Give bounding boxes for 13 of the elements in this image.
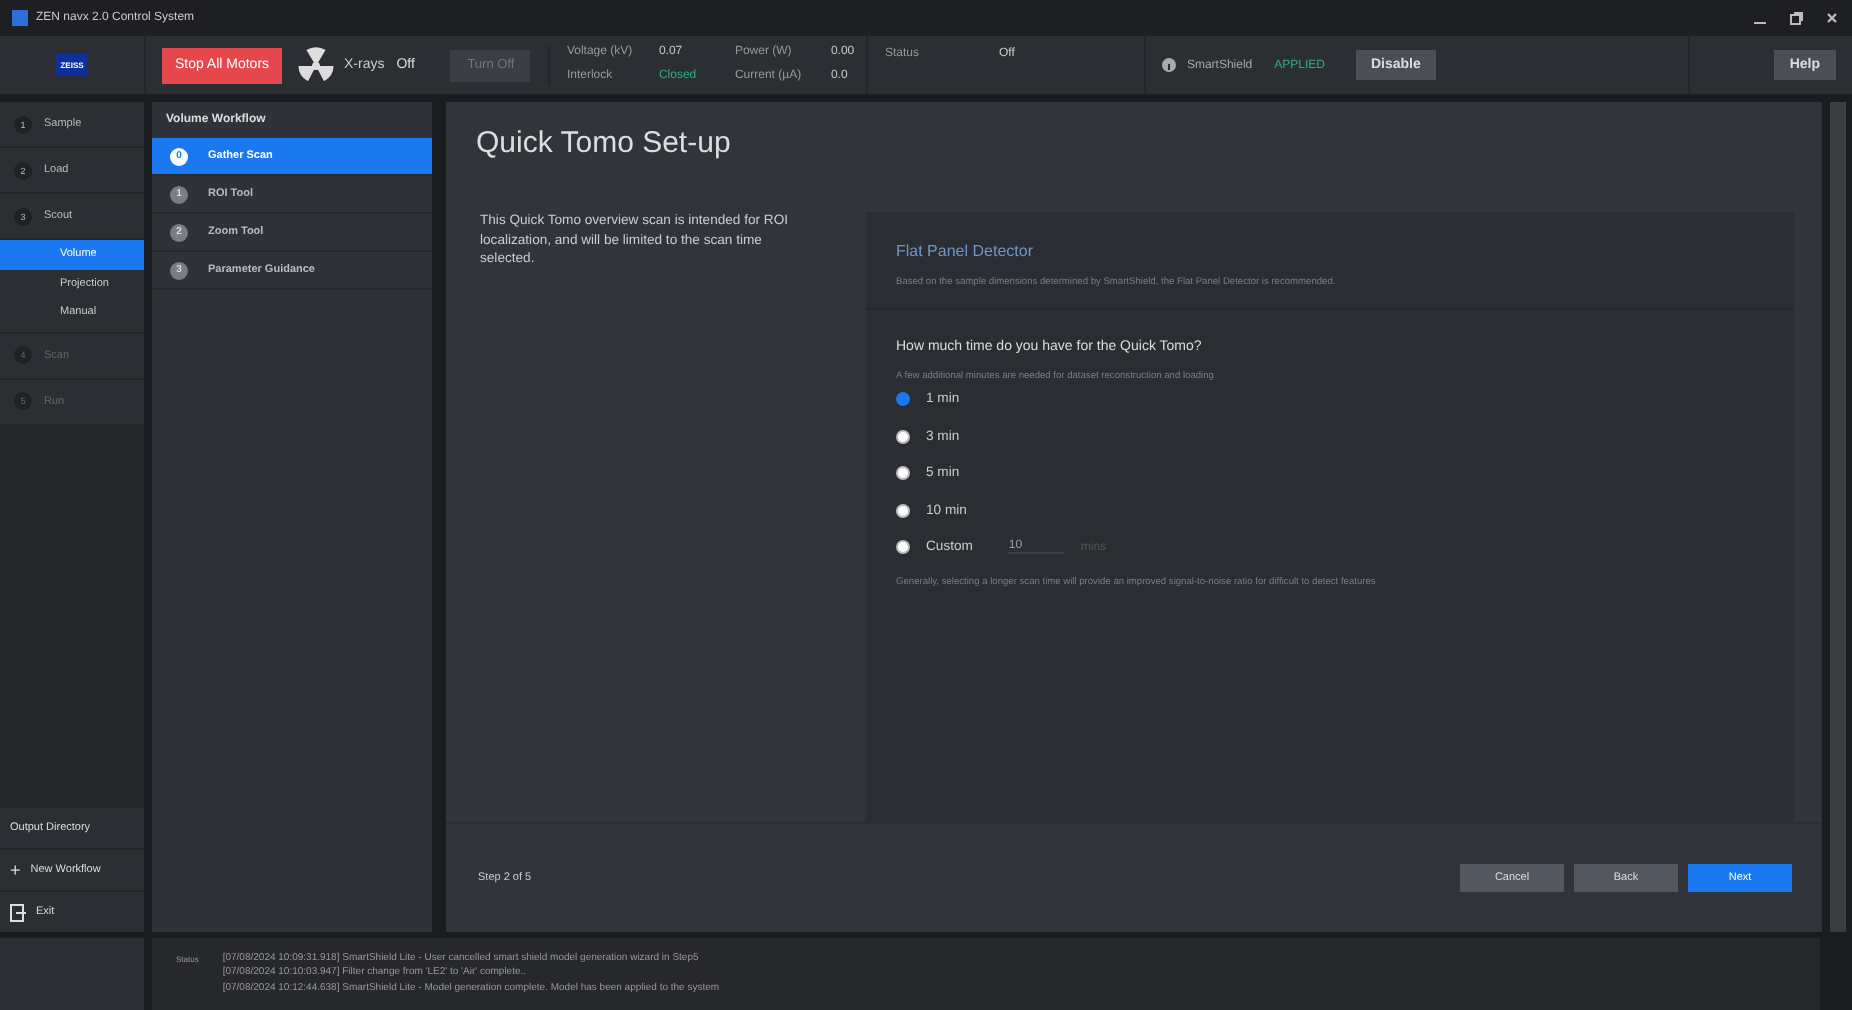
info-icon [1162,58,1177,72]
radio-button[interactable] [896,503,910,518]
detector-title: Flat Panel Detector [896,241,1035,260]
radio-button[interactable] [896,540,910,555]
close-icon[interactable] [1824,10,1840,26]
radio-button[interactable] [896,392,910,407]
page-title: Quick Tomo Set-up [474,124,733,164]
radio-button[interactable] [896,429,910,444]
exit-icon [10,903,26,921]
radio-button[interactable] [896,466,910,481]
restore-icon[interactable] [1788,10,1804,26]
app-icon [12,10,28,26]
radiation-icon [296,45,336,85]
